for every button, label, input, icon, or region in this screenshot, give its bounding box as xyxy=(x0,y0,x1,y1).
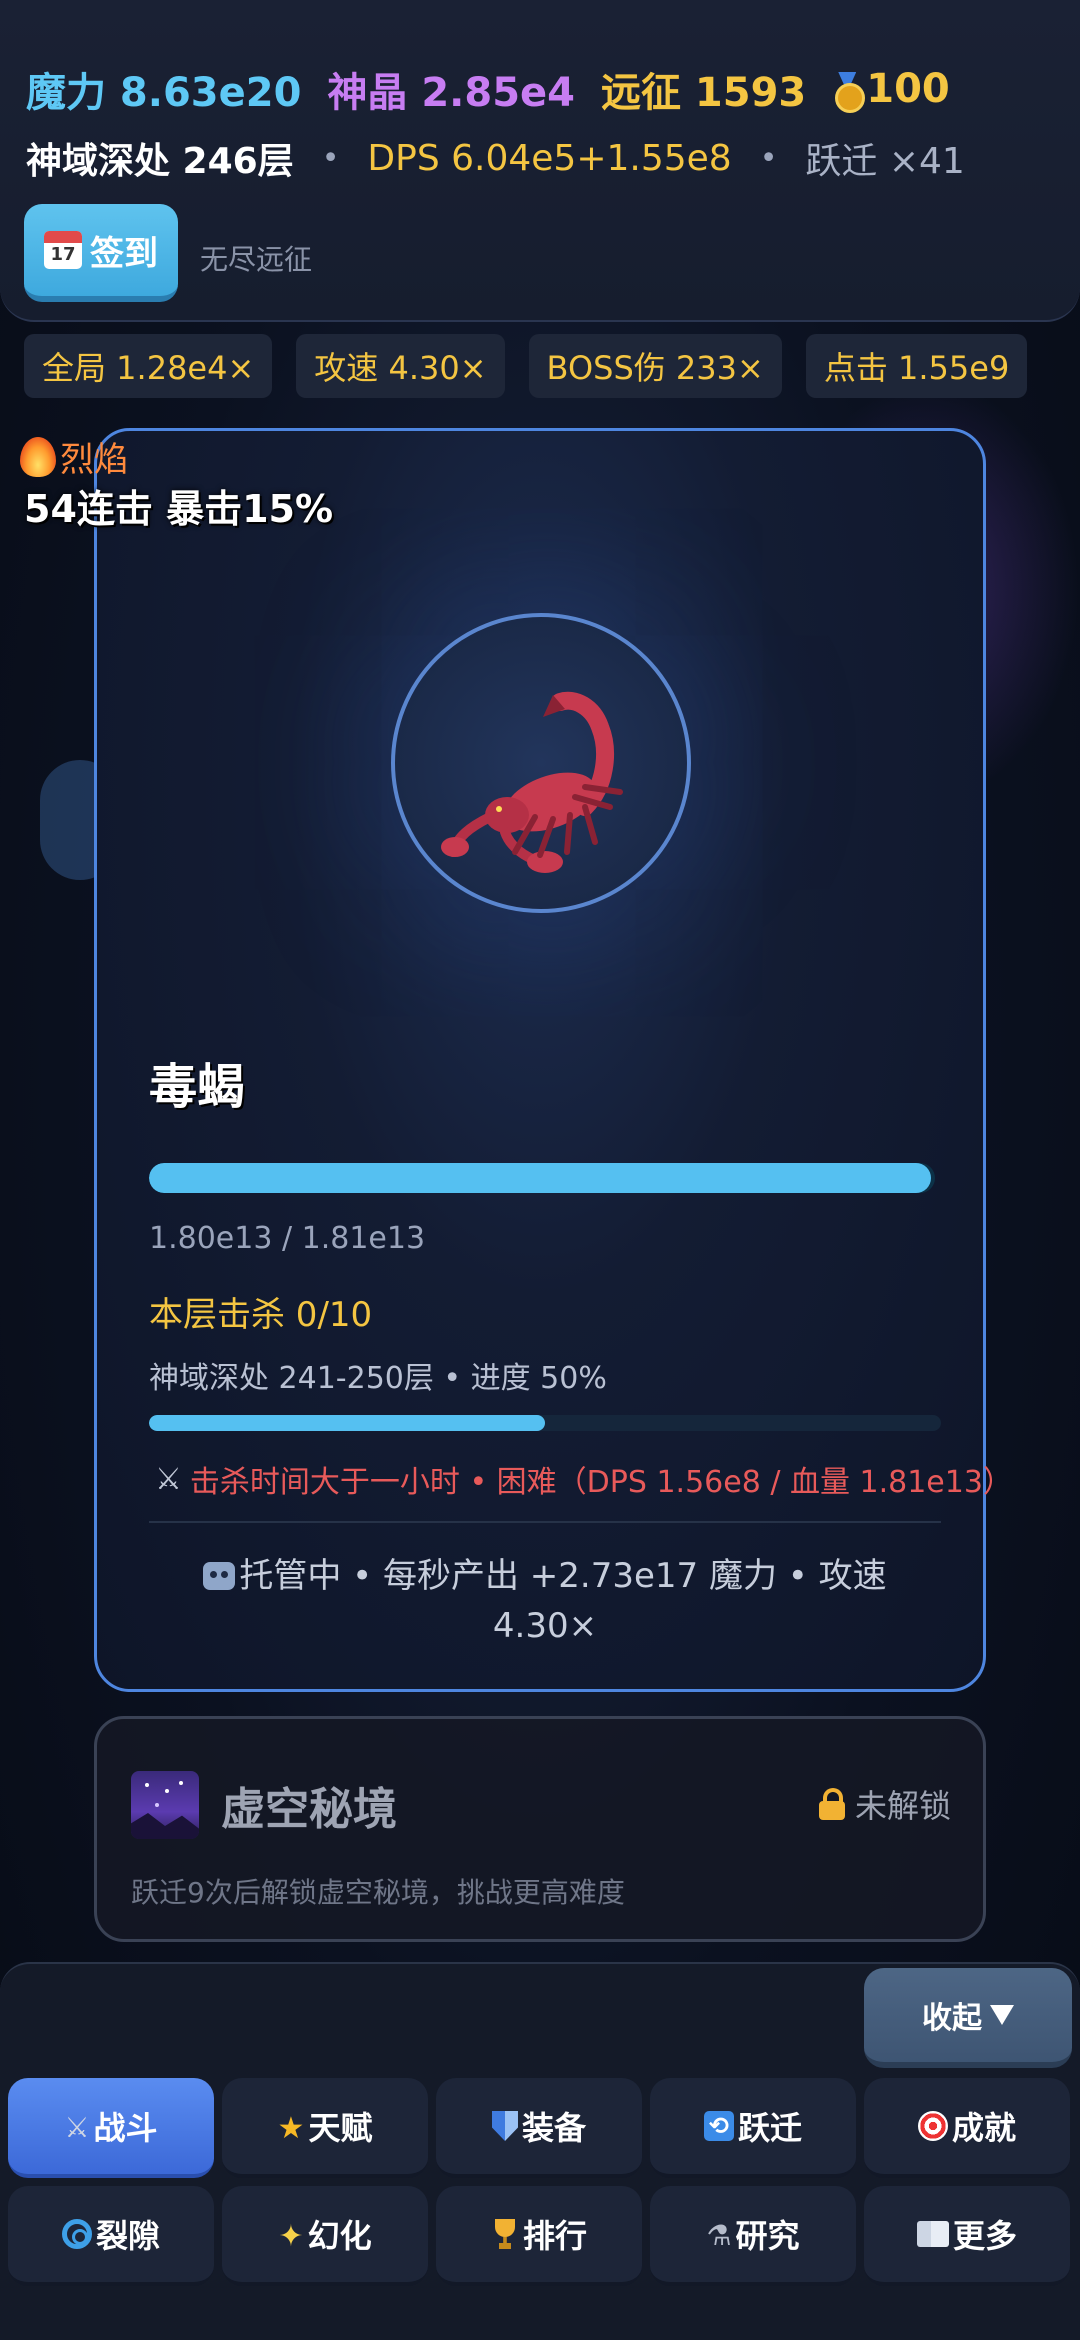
checkin-button[interactable]: 17 签到 xyxy=(24,204,178,302)
warning-text: 击杀时间大于一小时 • 困难（DPS 1.56e8 / 血量 1.81e13） xyxy=(189,1465,1013,1500)
medal-counter: 100 xyxy=(832,66,950,113)
auto-battle-status: 托管中 • 每秒产出 +2.73e17 魔力 • 攻速 4.30× xyxy=(157,1551,933,1651)
cycle-icon: ⟲ xyxy=(703,2111,734,2141)
nav-ranking-button[interactable]: 排行 xyxy=(436,2186,642,2286)
fire-icon xyxy=(20,436,56,477)
auto-battle-text: 托管中 • 每秒产出 +2.73e17 魔力 • 攻速 4.30× xyxy=(239,1556,887,1646)
monster-card[interactable]: 毒蝎 1.80e13 / 1.81e13 本层击杀 0/10 神域深处 241-… xyxy=(94,428,1013,1692)
void-realm-card[interactable]: 虚空秘境 未解锁 跃迁9次后解锁虚空秘境，挑战更高难度 xyxy=(94,1716,986,1942)
nav-rift-button[interactable]: 裂隙 xyxy=(8,2186,214,2286)
nav-transform-button[interactable]: ✦ 幻化 xyxy=(222,2186,428,2286)
void-realm-description: 跃迁9次后解锁虚空秘境，挑战更高难度 xyxy=(131,1876,625,1909)
void-realm-title: 虚空秘境 xyxy=(221,1784,397,1835)
medal-value: 100 xyxy=(866,66,950,112)
multiplier-boss-damage: BOSS伤 233× xyxy=(528,334,782,398)
lock-status: 未解锁 xyxy=(818,1781,951,1827)
nav-label: 研究 xyxy=(735,2217,800,2255)
multiplier-attack-speed: 攻速 4.30× xyxy=(296,334,505,398)
separator-dot: • xyxy=(321,140,340,176)
lock-icon xyxy=(818,1788,845,1820)
nav-label: 战斗 xyxy=(93,2109,158,2147)
multiplier-click: 点击 1.55e9 xyxy=(805,334,1028,398)
nav-achievements-button[interactable]: 成就 xyxy=(864,2078,1070,2178)
collapse-label: 收起 xyxy=(922,2001,982,2036)
transmigration-count: 跃迁 ×41 xyxy=(805,141,965,182)
resource-header: 魔力 8.63e20 神晶 2.85e4 远征 1593 100 神域深处 24… xyxy=(0,0,1080,322)
floor-name: 神域深处 246层 xyxy=(26,141,294,182)
dps-display: DPS 6.04e5+1.55e8 xyxy=(367,137,732,179)
monster-hp-bar xyxy=(149,1163,935,1193)
nav-research-button[interactable]: ⚗ 研究 xyxy=(650,2186,856,2286)
lock-label: 未解锁 xyxy=(854,1787,951,1825)
difficulty-warning: ⚔ 击杀时间大于一小时 • 困难（DPS 1.56e8 / 血量 1.81e13… xyxy=(155,1457,1013,1501)
scorpion-icon xyxy=(441,691,623,873)
monster-hp-fill xyxy=(149,1163,932,1193)
shield-icon xyxy=(491,2111,518,2141)
floor-progress-bar xyxy=(149,1415,941,1431)
sparkles-icon: ✦ xyxy=(278,2219,304,2254)
combo-crit-status: 54连击 暴击15% xyxy=(24,487,334,531)
floor-info-row: 神域深处 246层 • DPS 6.04e5+1.55e8 • 跃迁 ×41 xyxy=(26,132,965,184)
multiplier-row: 全局 1.28e4× 攻速 4.30× BOSS伤 233× 点击 1.55e9 xyxy=(24,334,1028,398)
triangle-down-icon xyxy=(990,2005,1014,2025)
nav-label: 装备 xyxy=(521,2109,586,2147)
nav-label: 裂隙 xyxy=(95,2217,160,2255)
calendar-day: 17 xyxy=(50,244,76,265)
nav-label: 跃迁 xyxy=(737,2109,802,2147)
resource-row: 魔力 8.63e20 神晶 2.85e4 远征 1593 100 xyxy=(26,60,976,118)
nav-label: 更多 xyxy=(952,2217,1017,2255)
monster-name: 毒蝎 xyxy=(149,1059,246,1115)
void-realm-icon xyxy=(131,1771,199,1839)
card-divider xyxy=(149,1521,941,1523)
checkin-label: 签到 xyxy=(90,233,158,274)
mana-counter: 魔力 8.63e20 xyxy=(26,70,302,116)
floor-range-progress: 神域深处 241-250层 • 进度 50% xyxy=(149,1361,607,1396)
nav-battle-button[interactable]: ⚔ 战斗 xyxy=(8,2078,214,2178)
rift-icon xyxy=(61,2219,92,2249)
element-label: 烈焰 xyxy=(60,440,128,480)
element-status: 烈焰 xyxy=(20,432,128,481)
nav-transmigration-button[interactable]: ⟲ 跃迁 xyxy=(650,2078,856,2178)
calendar-icon: 17 xyxy=(44,231,82,269)
crystal-counter: 神晶 2.85e4 xyxy=(327,70,575,116)
nav-label: 天赋 xyxy=(308,2109,373,2147)
star-icon: ★ xyxy=(277,2111,305,2146)
nav-equipment-button[interactable]: 装备 xyxy=(436,2078,642,2178)
nav-label: 排行 xyxy=(522,2217,587,2255)
expedition-counter: 远征 1593 xyxy=(601,70,807,116)
crossed-swords-icon: ⚔ xyxy=(64,2111,90,2144)
floor-kill-count: 本层击杀 0/10 xyxy=(149,1295,373,1335)
book-icon xyxy=(916,2221,949,2247)
nav-label: 成就 xyxy=(951,2109,1016,2147)
target-icon xyxy=(917,2111,948,2141)
nav-label: 幻化 xyxy=(307,2217,372,2255)
crossed-swords-icon: ⚔ xyxy=(155,1461,182,1497)
monster-portrait[interactable] xyxy=(391,613,691,913)
nav-more-button[interactable]: 更多 xyxy=(864,2186,1070,2286)
separator-dot: • xyxy=(759,140,778,176)
robot-icon xyxy=(203,1562,236,1590)
multiplier-global: 全局 1.28e4× xyxy=(24,334,273,398)
medal-icon xyxy=(832,72,866,113)
collapse-button[interactable]: 收起 xyxy=(864,1968,1072,2068)
nav-grid: ⚔ 战斗 ★ 天赋 装备 ⟲ 跃迁 成就 裂隙 ✦ 幻化 排行 ⚗ 研究 更多 xyxy=(8,2078,1072,2286)
microscope-icon: ⚗ xyxy=(706,2219,732,2252)
floor-progress-fill xyxy=(149,1415,545,1431)
trophy-icon xyxy=(491,2219,519,2249)
monster-hp-text: 1.80e13 / 1.81e13 xyxy=(149,1221,426,1256)
nav-talent-button[interactable]: ★ 天赋 xyxy=(222,2078,428,2178)
mode-label: 无尽远征 xyxy=(200,243,313,276)
